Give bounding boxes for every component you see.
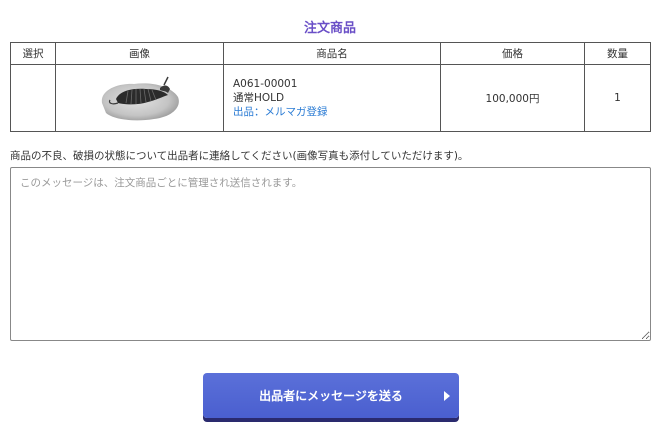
chevron-right-icon (444, 390, 450, 401)
item-name: 通常HOLD (233, 92, 285, 104)
table-header-row: 選択 画像 商品名 価格 数量 (10, 42, 651, 65)
message-instruction: 商品の不良、破損の状態について出品者に連絡してください(画像写真も添付していただ… (10, 150, 469, 162)
image-cell (55, 64, 224, 132)
header-select: 選択 (10, 42, 56, 65)
quantity-cell: 1 (584, 64, 651, 132)
order-items-table: 選択 画像 商品名 価格 数量 A061-00001 通常HOLD 出品：メルマ… (10, 42, 651, 132)
header-name: 商品名 (223, 42, 441, 65)
seller-link[interactable]: 出品：メルマガ登録 (233, 106, 328, 118)
header-image: 画像 (55, 42, 224, 65)
price-cell: 100,000円 (440, 64, 585, 132)
send-message-label: 出品者にメッセージを送る (259, 389, 403, 403)
trilobite-fossil-image[interactable] (98, 73, 182, 123)
section-title: 注文商品 (303, 21, 356, 36)
header-quantity: 数量 (584, 42, 651, 65)
select-cell[interactable] (10, 64, 56, 132)
item-code: A061-00001 (233, 78, 298, 90)
product-name-cell: A061-00001 通常HOLD 出品：メルマガ登録 (223, 64, 441, 132)
header-price: 価格 (440, 42, 585, 65)
table-row: A061-00001 通常HOLD 出品：メルマガ登録 100,000円 1 (10, 64, 651, 132)
message-textarea[interactable] (10, 167, 651, 341)
send-message-button[interactable]: 出品者にメッセージを送る (203, 373, 459, 418)
